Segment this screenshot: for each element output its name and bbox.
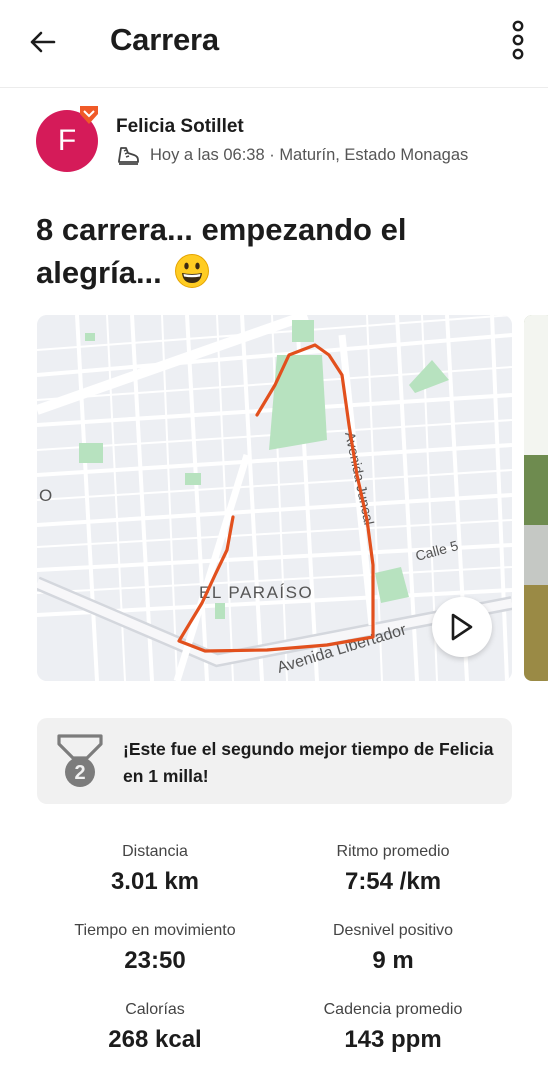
stat-elevation: Desnivel positivo 9 m bbox=[268, 919, 518, 977]
arrow-left-icon bbox=[30, 31, 56, 53]
stat-label: Tiempo en movimiento bbox=[74, 922, 236, 939]
achievement-text: ¡Este fue el segundo mejor tiempo de Fel… bbox=[123, 739, 494, 786]
play-icon bbox=[451, 613, 473, 641]
stat-label: Desnivel positivo bbox=[332, 922, 454, 939]
stat-value: 23:50 bbox=[124, 947, 186, 974]
stat-moving-time: Tiempo en movimiento 23:50 bbox=[30, 919, 280, 977]
stat-calories: Calorías 268 kcal bbox=[30, 998, 280, 1056]
author-row: F Felicia Sotillet Hoy a las 06:38 · Mat… bbox=[36, 106, 516, 174]
stat-value: 7:54 /km bbox=[344, 868, 442, 895]
achievement-card[interactable]: 2 ¡Este fue el segundo mejor tiempo de F… bbox=[37, 718, 512, 804]
map-label-o: O bbox=[39, 486, 52, 505]
back-button[interactable] bbox=[22, 22, 62, 62]
stat-cadence: Cadencia promedio 143 ppm bbox=[268, 998, 518, 1056]
activity-meta-text: Hoy a las 06:38 · Maturín, Estado Monaga… bbox=[150, 145, 469, 164]
medal-number: 2 bbox=[74, 762, 85, 784]
next-photo-preview[interactable] bbox=[524, 315, 548, 681]
subscriber-badge-icon bbox=[80, 106, 98, 124]
stat-label: Calorías bbox=[125, 1001, 185, 1018]
stat-value: 268 kcal bbox=[108, 1026, 202, 1053]
stat-value: 9 m bbox=[372, 947, 414, 974]
stat-value: 143 ppm bbox=[344, 1026, 442, 1053]
stat-distance: Distancia 3.01 km bbox=[30, 840, 280, 898]
more-vertical-icon bbox=[512, 20, 524, 60]
stat-label: Distancia bbox=[122, 843, 188, 860]
activity-meta: Hoy a las 06:38 · Maturín, Estado Monaga… bbox=[116, 144, 468, 166]
shoe-icon bbox=[118, 147, 139, 165]
page-title: Carrera bbox=[110, 22, 219, 57]
medal-icon: 2 bbox=[57, 734, 103, 787]
activity-title: 8 carrera... empezando el alegría... bbox=[36, 208, 496, 294]
app-header: Carrera bbox=[0, 0, 548, 88]
stat-pace: Ritmo promedio 7:54 /km bbox=[268, 840, 518, 898]
stat-label: Cadencia promedio bbox=[323, 1001, 463, 1018]
author-name[interactable]: Felicia Sotillet bbox=[116, 116, 244, 138]
photo-thumbnail bbox=[524, 315, 548, 681]
stat-value: 3.01 km bbox=[110, 868, 200, 895]
more-options-button[interactable] bbox=[504, 18, 532, 62]
stat-label: Ritmo promedio bbox=[336, 843, 450, 860]
route-map[interactable]: EL PARAÍSO Avenida Libertador Avenida Ju… bbox=[37, 315, 512, 681]
avatar-initial: F bbox=[57, 124, 77, 157]
play-route-button[interactable] bbox=[432, 597, 492, 657]
grinning-face-emoji bbox=[175, 254, 210, 288]
activity-title-text: 8 carrera... empezando el alegría... bbox=[36, 212, 407, 290]
map-label-neighborhood: EL PARAÍSO bbox=[199, 583, 313, 602]
